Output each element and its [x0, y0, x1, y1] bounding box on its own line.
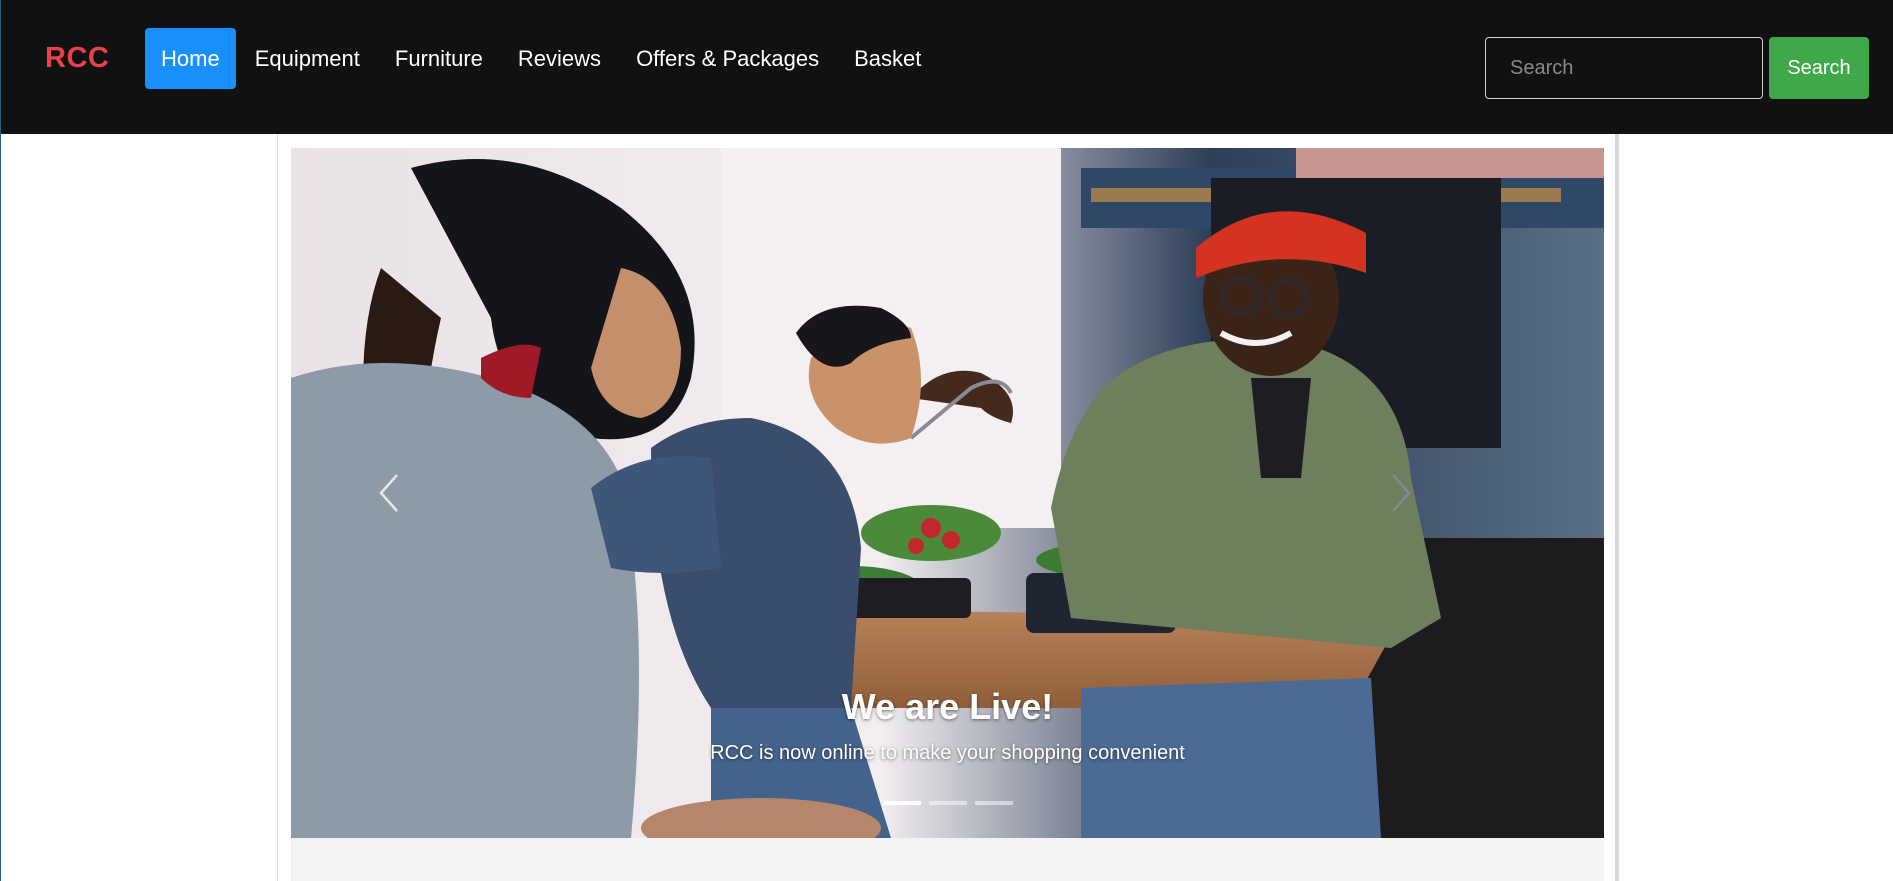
nav-links: Home Equipment Furniture Reviews Offers …	[145, 28, 940, 89]
nav-item-home[interactable]: Home	[145, 28, 236, 89]
carousel-prev-button[interactable]	[349, 448, 429, 538]
carousel-indicator-1[interactable]	[882, 801, 921, 805]
nav-item-reviews[interactable]: Reviews	[502, 28, 617, 89]
chevron-left-icon	[379, 474, 398, 512]
search-button[interactable]: Search	[1769, 37, 1869, 99]
nav-item-furniture[interactable]: Furniture	[379, 28, 499, 89]
nav-item-equipment[interactable]: Equipment	[239, 28, 376, 89]
carousel-indicator-2[interactable]	[928, 801, 967, 805]
nav-item-basket[interactable]: Basket	[838, 28, 937, 89]
carousel-next-button[interactable]	[1361, 448, 1441, 538]
search-input[interactable]	[1485, 37, 1763, 99]
search-form: Search	[1485, 37, 1869, 99]
chevron-right-icon	[1392, 474, 1411, 512]
carousel-indicator-3[interactable]	[974, 801, 1013, 805]
brand-logo[interactable]: RCC	[45, 42, 109, 75]
content-section-below	[291, 838, 1604, 881]
navbar: RCC Home Equipment Furniture Reviews Off…	[1, 0, 1893, 134]
carousel-caption-title: We are Live!	[841, 686, 1054, 727]
hero-carousel: We are Live! RCC is now online to make y…	[291, 148, 1604, 838]
carousel-indicators	[291, 801, 1604, 805]
carousel-caption-text: RCC is now online to make your shopping …	[710, 742, 1185, 764]
nav-item-offers-packages[interactable]: Offers & Packages	[620, 28, 835, 89]
